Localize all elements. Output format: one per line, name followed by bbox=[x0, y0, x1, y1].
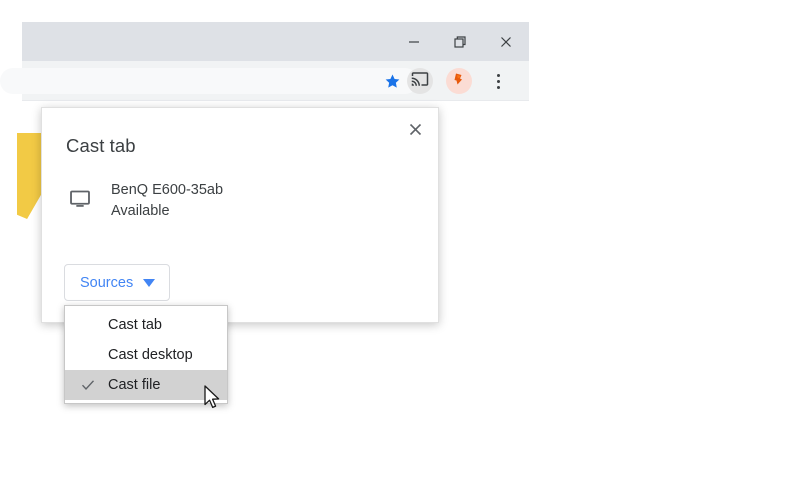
bookmark-star-icon[interactable] bbox=[384, 73, 401, 90]
window-controls bbox=[391, 22, 529, 61]
restore-icon bbox=[453, 35, 467, 49]
extension-toolbar-button[interactable] bbox=[446, 68, 472, 94]
cast-popup-dialog: Cast tab BenQ E600-35ab Available Source… bbox=[41, 107, 439, 323]
menu-item-label: Cast file bbox=[108, 377, 161, 393]
sources-dropdown-menu: Cast tab Cast desktop Cast file bbox=[64, 305, 228, 404]
monitor-icon bbox=[64, 183, 96, 215]
restore-button[interactable] bbox=[437, 22, 483, 61]
close-icon bbox=[409, 123, 422, 141]
cast-icon bbox=[411, 70, 429, 93]
extension-icon bbox=[451, 71, 467, 92]
cast-popup-title: Cast tab bbox=[66, 135, 136, 156]
cast-device-row[interactable]: BenQ E600-35ab Available bbox=[64, 180, 223, 222]
cast-toolbar-button[interactable] bbox=[407, 68, 433, 94]
page-yellow-graphic bbox=[17, 133, 41, 219]
chevron-down-icon bbox=[143, 278, 156, 287]
window-title-bar bbox=[22, 22, 529, 61]
address-bar[interactable] bbox=[0, 68, 418, 94]
sources-button-label: Sources bbox=[80, 274, 134, 291]
cast-device-name: BenQ E600-35ab bbox=[111, 182, 224, 198]
screenshot-root: Cast tab BenQ E600-35ab Available Source… bbox=[0, 0, 800, 500]
three-dot-menu-icon bbox=[496, 72, 500, 90]
checkmark-icon bbox=[81, 378, 95, 392]
close-icon bbox=[499, 35, 513, 49]
close-button[interactable] bbox=[483, 22, 529, 61]
menu-item-cast-desktop[interactable]: Cast desktop bbox=[65, 340, 227, 370]
browser-menu-button[interactable] bbox=[485, 68, 511, 94]
menu-item-label: Cast desktop bbox=[108, 347, 193, 363]
cast-device-text: BenQ E600-35ab Available bbox=[111, 180, 223, 222]
menu-item-label: Cast tab bbox=[108, 317, 162, 333]
minimize-icon bbox=[407, 35, 421, 49]
sources-dropdown-button[interactable]: Sources bbox=[64, 264, 170, 301]
menu-item-cast-tab[interactable]: Cast tab bbox=[65, 310, 227, 340]
menu-item-cast-file[interactable]: Cast file bbox=[65, 370, 227, 400]
cast-device-status: Available bbox=[111, 203, 170, 219]
minimize-button[interactable] bbox=[391, 22, 437, 61]
cast-popup-close-button[interactable] bbox=[400, 117, 430, 147]
browser-toolbar bbox=[0, 61, 529, 100]
